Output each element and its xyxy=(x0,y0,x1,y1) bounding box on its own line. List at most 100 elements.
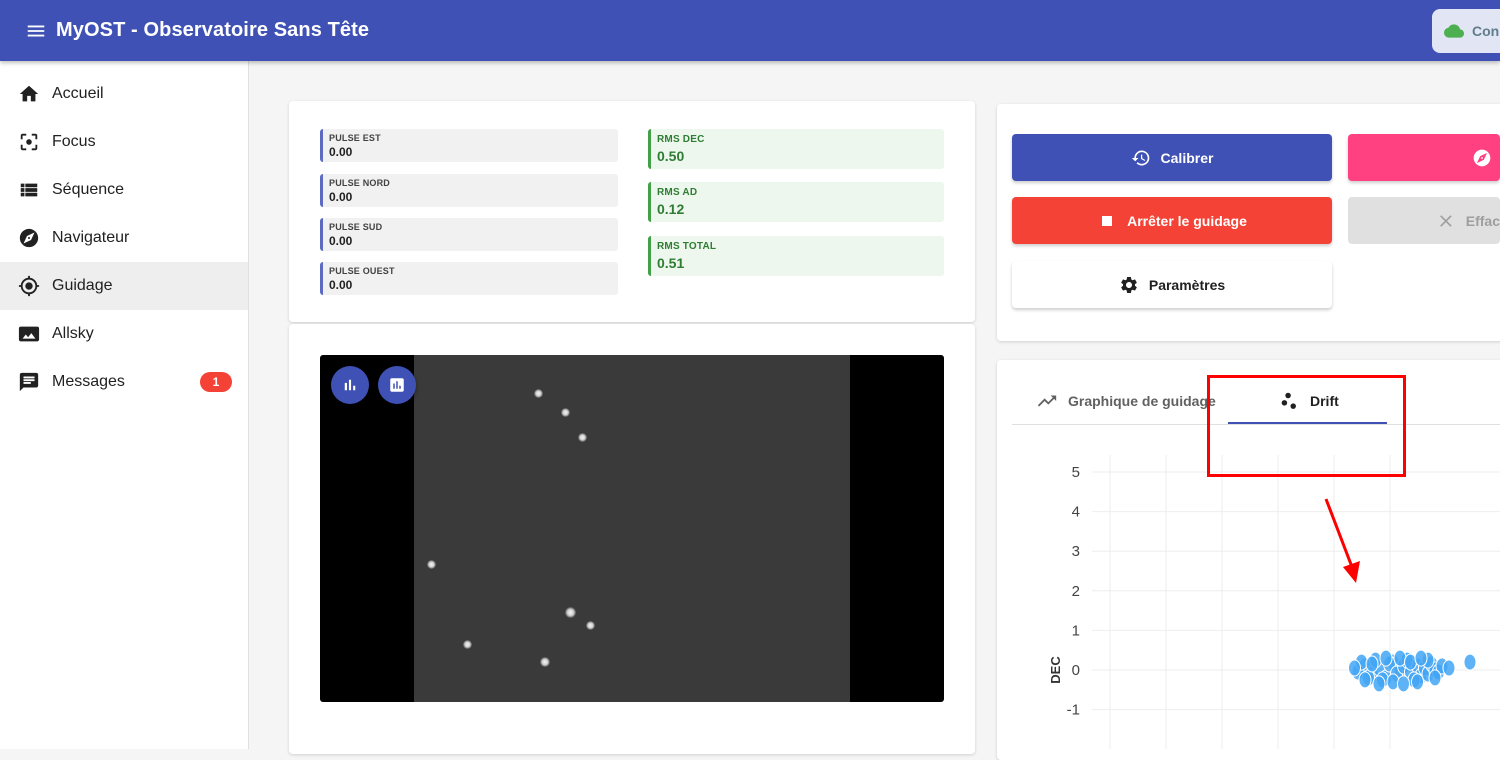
y-tick-label: 5 xyxy=(1072,464,1080,481)
star xyxy=(534,389,543,398)
app-title: MyOST - Observatoire Sans Tête xyxy=(56,19,370,41)
drift-point xyxy=(1428,669,1442,687)
menu-icon xyxy=(27,25,45,36)
bar-chart-icon xyxy=(344,379,356,391)
y-tick-label: -1 xyxy=(1067,702,1080,719)
stop-guiding-label: Arrêter le guidage xyxy=(1127,212,1247,229)
star xyxy=(540,657,550,667)
rms-total-stat: RMS TOTAL 0.51 xyxy=(648,236,944,276)
histogram-button[interactable] xyxy=(331,366,369,404)
connection-label: Conn xyxy=(1472,23,1500,39)
drift-point xyxy=(1397,675,1410,693)
sidebar-item-label: Messages xyxy=(52,373,125,390)
settings-label: Paramètres xyxy=(1148,276,1226,293)
sidebar-item-label: Allsky xyxy=(52,325,94,342)
assessment-icon xyxy=(390,378,404,392)
clear-button[interactable]: Effac xyxy=(1348,197,1500,244)
sidebar: Accueil Focus Séquence Navigateur Guidag… xyxy=(0,61,249,749)
stat-value: 0.00 xyxy=(329,234,353,248)
stat-label: PULSE SUD xyxy=(329,222,383,232)
cloud-done-icon xyxy=(1444,24,1464,38)
stat-value: 0.51 xyxy=(657,255,685,271)
drift-point xyxy=(1379,649,1393,667)
message-icon xyxy=(18,371,40,393)
drift-point xyxy=(1348,659,1361,677)
highlight-annotation xyxy=(1207,375,1406,477)
stat-value: 0.12 xyxy=(657,201,685,217)
stat-label: PULSE OUEST xyxy=(329,266,395,276)
goto-button[interactable] xyxy=(1348,134,1500,181)
y-tick-label: 3 xyxy=(1072,543,1080,560)
gear-icon xyxy=(1121,276,1137,293)
sidebar-item-label: Navigateur xyxy=(52,229,130,246)
stop-guiding-button[interactable]: Arrêter le guidage xyxy=(1012,197,1332,244)
center-focus-icon xyxy=(18,131,40,153)
app-bar: MyOST - Observatoire Sans Tête Conn xyxy=(0,0,1500,61)
rms-dec-stat: RMS DEC 0.50 xyxy=(648,129,944,169)
pulse-est-stat: PULSE EST 0.00 xyxy=(320,129,618,162)
trending-up-icon xyxy=(1037,395,1057,406)
sidebar-item-focus[interactable]: Focus xyxy=(0,118,248,166)
stat-value: 0.00 xyxy=(329,278,353,292)
clear-label: Effac xyxy=(1465,212,1500,229)
connection-button[interactable]: Conn xyxy=(1432,9,1500,53)
y-tick-label: 1 xyxy=(1072,622,1080,639)
stat-value: 0.00 xyxy=(329,190,353,204)
stat-label: RMS TOTAL xyxy=(657,241,717,252)
settings-button[interactable]: Paramètres xyxy=(1012,261,1332,308)
stop-icon xyxy=(1102,215,1113,226)
explore-icon xyxy=(18,227,40,249)
tab-label: Graphique de guidage xyxy=(1068,392,1216,409)
tab-guiding-chart[interactable]: Graphique de guidage xyxy=(1036,377,1216,424)
annotation-arrow xyxy=(1324,498,1360,583)
pulse-ouest-stat: PULSE OUEST 0.00 xyxy=(320,262,618,295)
y-tick-label: 4 xyxy=(1072,504,1080,521)
panorama-icon xyxy=(18,323,40,345)
gps-fixed-icon xyxy=(18,275,40,297)
guide-camera-image xyxy=(320,355,944,702)
star xyxy=(565,607,576,618)
drift-point xyxy=(1463,653,1477,671)
sidebar-item-label: Séquence xyxy=(52,181,125,198)
sidebar-item-allsky[interactable]: Allsky xyxy=(0,310,248,358)
sidebar-item-label: Accueil xyxy=(52,85,104,102)
stat-label: PULSE EST xyxy=(329,133,381,143)
sidebar-item-messages[interactable]: Messages 1 xyxy=(0,358,248,406)
star xyxy=(586,621,595,630)
list-icon xyxy=(18,179,40,201)
menu-button[interactable] xyxy=(0,0,56,61)
camera-frame xyxy=(414,355,850,702)
sidebar-item-label: Guidage xyxy=(52,277,113,294)
drift-point xyxy=(1358,671,1372,689)
calibrate-label: Calibrer xyxy=(1160,149,1214,166)
drift-point xyxy=(1365,655,1379,673)
stat-value: 0.00 xyxy=(329,145,353,159)
star xyxy=(578,433,587,442)
pulse-nord-stat: PULSE NORD 0.00 xyxy=(320,174,618,207)
pulse-sud-stat: PULSE SUD 0.00 xyxy=(320,218,618,251)
drift-point xyxy=(1372,675,1386,693)
messages-badge: 1 xyxy=(200,372,232,392)
explore-icon xyxy=(1473,149,1491,166)
stat-label: RMS AD xyxy=(657,187,698,198)
close-icon xyxy=(1440,214,1452,227)
drift-point xyxy=(1411,673,1424,691)
restore-icon xyxy=(1131,150,1149,165)
drift-chart: 5 4 3 2 1 0 -1 DEC xyxy=(1048,455,1500,749)
star xyxy=(561,408,570,417)
sidebar-item-sequence[interactable]: Séquence xyxy=(0,166,248,214)
sidebar-item-guidage[interactable]: Guidage xyxy=(0,262,248,310)
y-tick-label: 0 xyxy=(1072,662,1080,679)
sidebar-item-navigateur[interactable]: Navigateur xyxy=(0,214,248,262)
sidebar-item-accueil[interactable]: Accueil xyxy=(0,70,248,118)
calibrate-button[interactable]: Calibrer xyxy=(1012,134,1332,181)
stats-button[interactable] xyxy=(378,366,416,404)
drift-point xyxy=(1414,649,1428,667)
stat-label: PULSE NORD xyxy=(329,178,391,188)
star xyxy=(463,640,472,649)
stat-value: 0.50 xyxy=(657,148,685,164)
stat-label: RMS DEC xyxy=(657,134,705,145)
rms-ad-stat: RMS AD 0.12 xyxy=(648,182,944,222)
sidebar-item-label: Focus xyxy=(52,133,96,150)
star xyxy=(427,560,436,569)
